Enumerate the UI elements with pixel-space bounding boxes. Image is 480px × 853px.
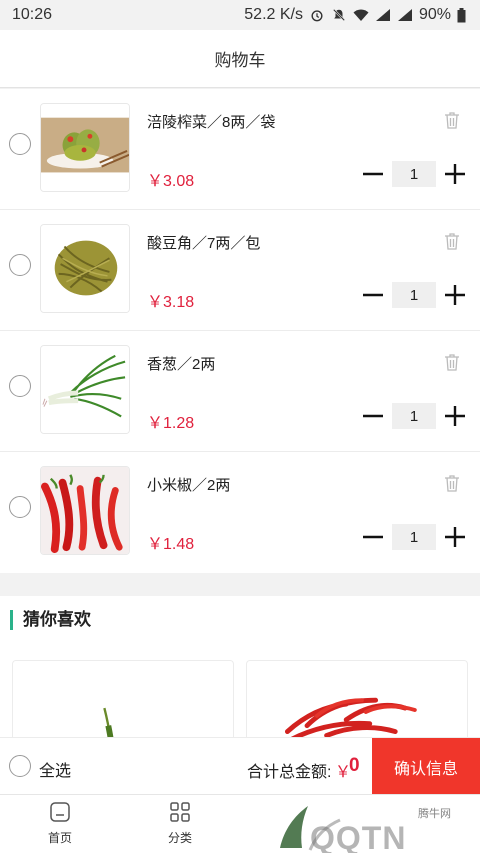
chili-pepper-image [41,467,129,554]
decrease-button[interactable] [362,524,384,550]
minus-icon [363,293,383,297]
watermark-brand: QQTN [310,820,407,853]
mute-icon [332,9,345,21]
checkout-bar: 全选 合计总金额: ￥ 0 确认信息 [0,737,480,795]
product-image[interactable] [40,224,130,313]
recommend-title: 猜你喜欢 [10,610,91,630]
quantity-stepper: 1 [362,403,466,429]
minus-icon [363,172,383,176]
grid-icon [170,802,190,822]
tab-home-label: 首页 [47,831,72,845]
trash-icon[interactable] [443,353,461,371]
battery-icon [457,7,466,22]
minus-icon [363,414,383,418]
scallion-image [41,346,129,433]
increase-button[interactable] [444,161,466,187]
signal-icon [375,9,390,21]
plus-icon [445,164,465,184]
item-select-radio[interactable] [9,496,31,518]
quantity-stepper: 1 [362,282,466,308]
product-price: ￥3.08 [147,173,195,190]
status-icons: 52.2 K/s 90% [244,6,466,24]
confirm-button[interactable]: 确认信息 [372,738,480,795]
quantity-stepper: 1 [362,524,466,550]
signal-icon [397,9,412,21]
alarm-icon [311,10,323,22]
quantity-value[interactable]: 1 [392,282,436,308]
network-speed: 52.2 K/s [244,6,303,23]
quantity-value[interactable]: 1 [392,524,436,550]
total-label: 合计总金额: [247,764,332,781]
item-select-radio[interactable] [9,133,31,155]
increase-button[interactable] [444,403,466,429]
battery-level: 90% [418,6,451,23]
increase-button[interactable] [444,524,466,550]
pickled-mustard-image [41,104,129,191]
wifi-icon [353,9,369,21]
product-image[interactable] [40,345,130,434]
quantity-value[interactable]: 1 [392,403,436,429]
plus-icon [445,406,465,426]
product-price: ￥3.18 [147,294,195,311]
status-bar: 10:26 52.2 K/s 90% [0,0,480,30]
increase-button[interactable] [444,282,466,308]
minus-icon [363,535,383,539]
product-image[interactable] [40,103,130,192]
cart-item: 涪陵榨菜／8两／袋 ￥3.08 1 [0,89,480,210]
quantity-stepper: 1 [362,161,466,187]
trash-icon[interactable] [443,111,461,129]
total-amount: 0 [349,755,360,776]
select-all-radio[interactable] [9,755,31,777]
tab-category[interactable]: 分类 [150,801,210,851]
product-name[interactable]: 涪陵榨菜／8两／袋 [147,111,275,132]
home-icon [50,802,70,822]
cart-item: 酸豆角／7两／包 ￥3.18 1 [0,210,480,331]
product-price: ￥1.48 [147,536,195,553]
page-header: 购物车 [0,30,480,88]
section-divider [0,574,480,596]
recommend-section: 猜你喜欢 [0,596,480,760]
product-image[interactable] [40,466,130,555]
quantity-value[interactable]: 1 [392,161,436,187]
decrease-button[interactable] [362,403,384,429]
cart-item: 香葱／2两 ￥1.28 1 [0,331,480,452]
decrease-button[interactable] [362,161,384,187]
item-select-radio[interactable] [9,254,31,276]
product-price: ￥1.28 [147,415,195,432]
sour-beans-image [41,225,129,312]
product-name[interactable]: 酸豆角／7两／包 [147,232,260,253]
cart-item: 小米椒／2两 ￥1.48 1 [0,452,480,573]
tab-home[interactable]: 首页 [30,801,90,851]
select-all-label[interactable]: 全选 [39,757,71,781]
plus-icon [445,527,465,547]
product-name[interactable]: 小米椒／2两 [147,474,230,495]
watermark-site: 腾牛网 [418,808,451,820]
tab-category-label: 分类 [167,831,192,845]
trash-icon[interactable] [443,474,461,492]
plus-icon [445,285,465,305]
page-title: 购物车 [214,51,266,70]
decrease-button[interactable] [362,282,384,308]
item-select-radio[interactable] [9,375,31,397]
cart-list: 涪陵榨菜／8两／袋 ￥3.08 1 酸豆角／7两／包 ￥3.18 1 香葱／2两… [0,89,480,573]
product-name[interactable]: 香葱／2两 [147,353,215,374]
status-time: 10:26 [12,6,53,23]
trash-icon[interactable] [443,232,461,250]
